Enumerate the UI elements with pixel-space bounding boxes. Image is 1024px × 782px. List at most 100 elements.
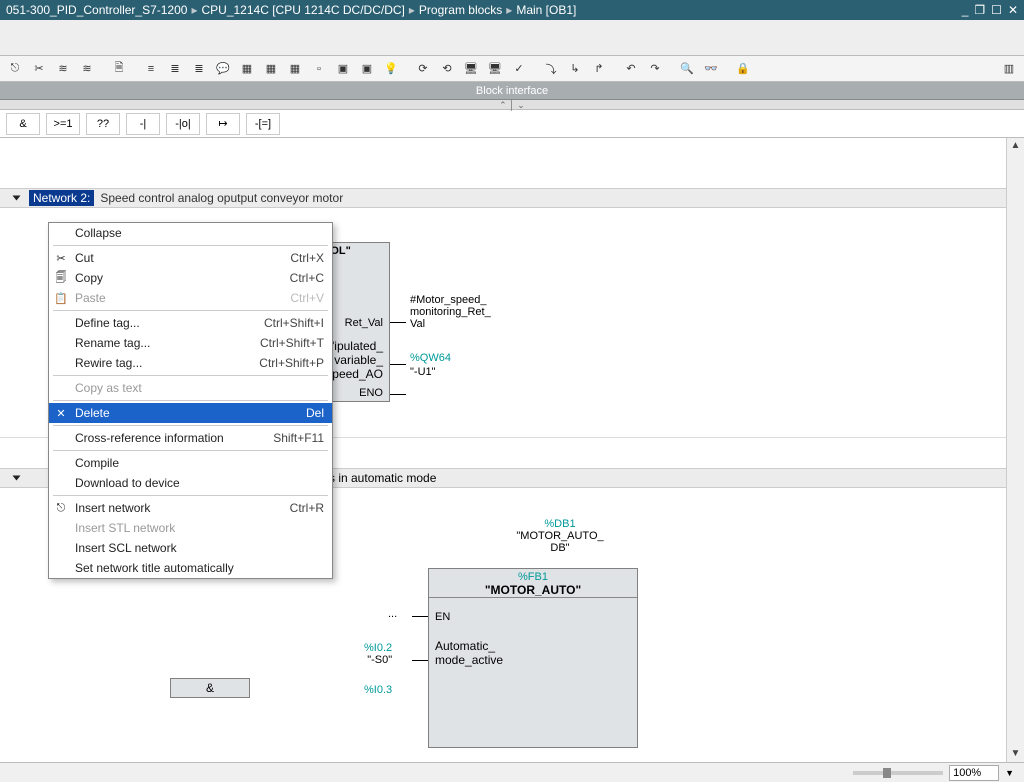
fb-name: "MOTOR_AUTO" [429, 583, 637, 597]
toolbar-btn[interactable]: ⎋ [4, 59, 26, 79]
menu-cut[interactable]: ✂CutCtrl+X [49, 248, 332, 268]
toolbar-btn[interactable]: ▦ [284, 59, 306, 79]
toolbar-btn[interactable]: ▦ [236, 59, 258, 79]
zoom-thumb[interactable] [883, 768, 891, 778]
minimize-icon[interactable]: _ [962, 0, 969, 20]
menu-paste: 📋PasteCtrl+V [49, 288, 332, 308]
toolbar-btn[interactable]: ≡ [140, 59, 162, 79]
toolbar-btn[interactable]: ↱ [588, 59, 610, 79]
restore-icon[interactable]: ❐ [974, 0, 985, 20]
breadcrumb: 051-300_PID_Controller_S7-1200 ▸ CPU_121… [6, 0, 962, 20]
tag-symbol: DB" [500, 542, 620, 554]
close-icon[interactable]: ✕ [1008, 0, 1018, 20]
tag-address: %QW64 [410, 352, 451, 364]
toolbar-btn[interactable]: 🔍 [676, 59, 698, 79]
breadcrumb-part[interactable]: Main [OB1] [516, 0, 576, 20]
toolbar-btn[interactable]: ≣ [164, 59, 186, 79]
splitter[interactable]: ⌃ │ ⌄ [0, 100, 1024, 110]
menu-collapse[interactable]: Collapse [49, 223, 332, 243]
function-block[interactable]: %FB1 "MOTOR_AUTO" EN Automatic_ mode_act… [428, 568, 638, 748]
lad-contact-button[interactable]: -| [126, 113, 160, 135]
toolbar-btn[interactable]: ≣ [188, 59, 210, 79]
toolbar-btn[interactable]: ↷ [644, 59, 666, 79]
zoom-input[interactable] [949, 765, 999, 781]
toolbar-btn[interactable]: 🗎 [108, 59, 130, 79]
toolbar-btn[interactable]: ▣ [356, 59, 378, 79]
lad-and-button[interactable]: & [6, 113, 40, 135]
menu-insert-scl[interactable]: Insert SCL network [49, 538, 332, 558]
toolbar-btn[interactable]: 👓 [700, 59, 722, 79]
maximize-icon[interactable]: ☐ [991, 0, 1002, 20]
lad-empty-button[interactable]: ?? [86, 113, 120, 135]
toolbar-btn[interactable]: ≋ [52, 59, 74, 79]
breadcrumb-sep: ▸ [506, 0, 512, 20]
toolbar-btn[interactable]: ▣ [332, 59, 354, 79]
fb-port-eno: ENO [359, 387, 383, 399]
copy-icon: 🗐 [53, 269, 69, 288]
wire [390, 322, 406, 323]
tag-address: %DB1 [500, 518, 620, 530]
network-header[interactable]: Network 2: Speed control analog oputput … [0, 188, 1006, 208]
wire [412, 616, 428, 617]
tag-address: %I0.2 [364, 642, 392, 654]
scroll-track[interactable] [1007, 154, 1024, 746]
toolbar-btn[interactable]: ⟳ [412, 59, 434, 79]
tag-const: ... [388, 608, 397, 620]
toolbar-btn[interactable]: ▦ [260, 59, 282, 79]
menu-compile[interactable]: Compile [49, 453, 332, 473]
toolbar-btn[interactable]: ▫ [308, 59, 330, 79]
menu-auto-title[interactable]: Set network title automatically [49, 558, 332, 578]
ladder-element-bar: & >=1 ?? -| -|o| ↦ -[=] [0, 110, 1024, 138]
collapse-triangle-icon[interactable] [13, 476, 21, 481]
scroll-up-icon[interactable]: ▲ [1007, 138, 1024, 154]
block-interface-bar[interactable]: Block interface [0, 82, 1024, 100]
lad-branch-button[interactable]: ↦ [206, 113, 240, 135]
menu-insert-stl: Insert STL network [49, 518, 332, 538]
vertical-scrollbar[interactable]: ▲ ▼ [1006, 138, 1024, 762]
toolbar-btn[interactable]: ↶ [620, 59, 642, 79]
fb-port-line: peed_AO [330, 367, 383, 381]
fb-port-line: "ipulated_ [330, 339, 383, 353]
toolbar-btn[interactable]: ≋ [76, 59, 98, 79]
lad-or-button[interactable]: >=1 [46, 113, 80, 135]
lad-coil-button[interactable]: -[=] [246, 113, 280, 135]
toolbar-btn[interactable]: ✂ [28, 59, 50, 79]
menu-delete[interactable]: ✕DeleteDel [49, 403, 332, 423]
toolbar-btn[interactable]: ▥ [998, 59, 1020, 79]
breadcrumb-sep: ▸ [191, 0, 197, 20]
toolbar-btn[interactable]: 💬 [212, 59, 234, 79]
toolbar-btn[interactable]: 💡 [380, 59, 402, 79]
toolbar-btn[interactable]: 🔒 [732, 59, 754, 79]
menu-download[interactable]: Download to device [49, 473, 332, 493]
editor-toolbar: ⎋ ✂ ≋ ≋ 🗎 ≡ ≣ ≣ 💬 ▦ ▦ ▦ ▫ ▣ ▣ 💡 ⟳ ⟲ 🖥 🖥 … [0, 56, 1024, 82]
fb-tag: %FB1 [429, 569, 637, 583]
toolbar-btn[interactable]: 🖥 [484, 59, 506, 79]
toolbar-btn[interactable]: ↳ [564, 59, 586, 79]
zoom-dropdown-icon[interactable]: ▼ [1005, 768, 1014, 778]
toolbar-btn[interactable]: 🖥 [460, 59, 482, 79]
network-label-selected[interactable]: Network 2: [29, 190, 94, 206]
toolbar-btn[interactable]: ⤵ [540, 59, 562, 79]
menu-define-tag[interactable]: Define tag...Ctrl+Shift+I [49, 313, 332, 333]
menu-insert-network[interactable]: ⎋Insert networkCtrl+R [49, 498, 332, 518]
wire [390, 364, 406, 365]
toolbar-btn[interactable]: ⟲ [436, 59, 458, 79]
scroll-down-icon[interactable]: ▼ [1007, 746, 1024, 762]
wire [412, 660, 428, 661]
menu-rename-tag[interactable]: Rename tag...Ctrl+Shift+T [49, 333, 332, 353]
toolbar-btn[interactable]: ✓ [508, 59, 530, 79]
zoom-slider[interactable] [853, 771, 943, 775]
menu-copy-as-text: Copy as text [49, 378, 332, 398]
breadcrumb-part[interactable]: 051-300_PID_Controller_S7-1200 [6, 0, 187, 20]
and-block[interactable]: & [170, 678, 250, 698]
network-description[interactable]: Speed control analog oputput conveyor mo… [100, 191, 343, 205]
menu-copy[interactable]: 🗐CopyCtrl+C [49, 268, 332, 288]
paste-icon: 📋 [53, 292, 69, 305]
lad-ncontact-button[interactable]: -|o| [166, 113, 200, 135]
menu-rewire-tag[interactable]: Rewire tag...Ctrl+Shift+P [49, 353, 332, 373]
collapse-triangle-icon[interactable] [13, 196, 21, 201]
breadcrumb-part[interactable]: CPU_1214C [CPU 1214C DC/DC/DC] [201, 0, 404, 20]
breadcrumb-part[interactable]: Program blocks [419, 0, 502, 20]
menu-xref[interactable]: Cross-reference informationShift+F11 [49, 428, 332, 448]
window-buttons: _ ❐ ☐ ✕ [962, 0, 1018, 20]
